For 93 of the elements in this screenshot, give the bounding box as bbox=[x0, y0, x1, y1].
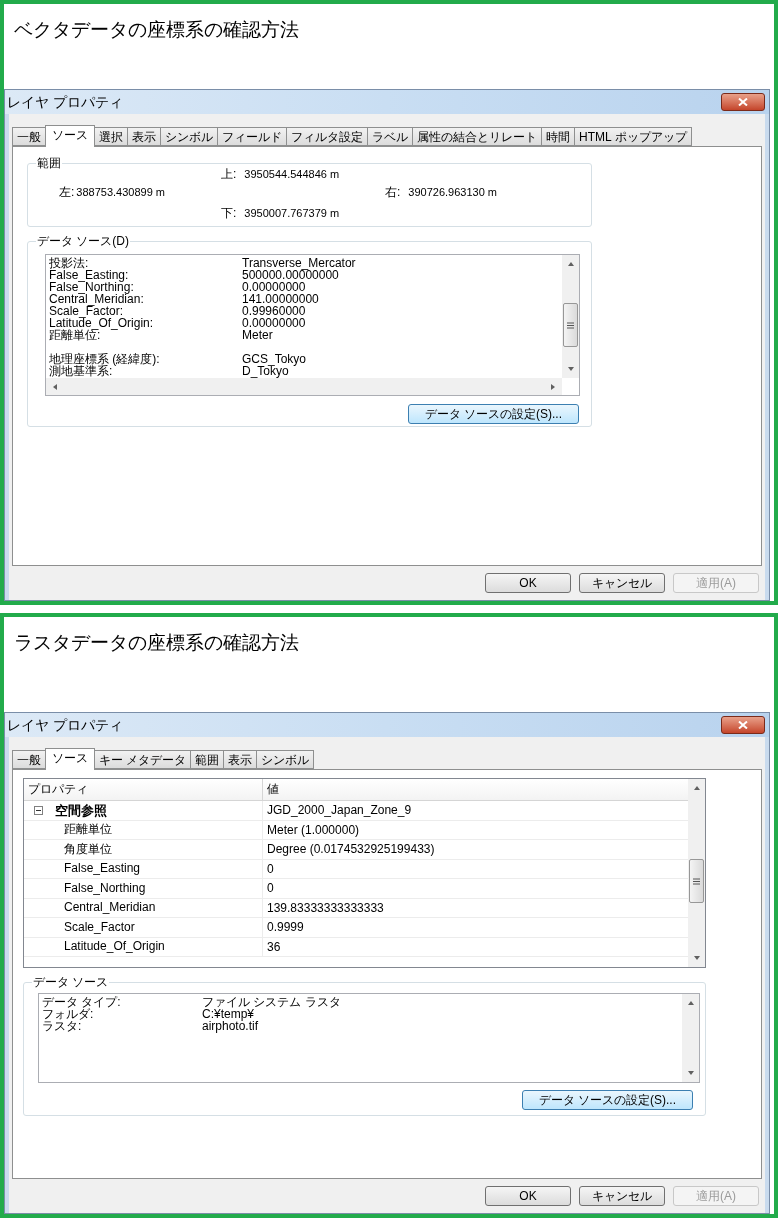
extent-value: 3950007.767379 m bbox=[244, 206, 340, 220]
property-label: 測地基準系: bbox=[49, 365, 113, 377]
property-value: 0 bbox=[266, 860, 275, 878]
property-value: 0.00000000 bbox=[242, 281, 306, 293]
dialog-button[interactable]: OK bbox=[485, 1186, 571, 1206]
property-value: 0 bbox=[266, 880, 275, 897]
property-value: C:¥temp¥ bbox=[202, 1008, 255, 1020]
close-button[interactable] bbox=[721, 716, 765, 734]
tab[interactable]: 一般 bbox=[12, 750, 46, 769]
property-label: ラスタ: bbox=[42, 1020, 82, 1032]
property-value: 139.83333333333333 bbox=[266, 899, 385, 917]
property-value: Meter (1.000000) bbox=[266, 821, 361, 839]
property-label: データ タイプ: bbox=[42, 996, 122, 1008]
property-value: Meter bbox=[242, 329, 273, 341]
property-group-label: 空間参照 bbox=[55, 801, 107, 820]
property-label: False_Easting bbox=[63, 860, 141, 878]
property-value: Degree (0.0174532925199433) bbox=[266, 841, 436, 858]
property-value: 141.00000000 bbox=[242, 293, 319, 305]
tab[interactable]: 属性の結合とリレート bbox=[412, 127, 542, 146]
property-label: 地理座標系 (経緯度): bbox=[49, 353, 161, 365]
tab[interactable]: ラベル bbox=[367, 127, 413, 146]
property-value: 0.00000000 bbox=[242, 317, 306, 329]
property-label: 角度単位 bbox=[63, 840, 112, 858]
close-button[interactable] bbox=[721, 93, 765, 111]
extent-label: 左: bbox=[59, 185, 75, 199]
horizontal-scrollbar[interactable] bbox=[46, 378, 562, 395]
vertical-scrollbar[interactable] bbox=[682, 994, 699, 1082]
set-data-source-button[interactable]: データ ソースの設定(S)... bbox=[407, 404, 579, 424]
property-value: 0.9999 bbox=[266, 919, 305, 936]
tab[interactable]: 表示 bbox=[223, 750, 258, 769]
vertical-scrollbar[interactable] bbox=[688, 779, 705, 967]
group-label: 範囲 bbox=[36, 155, 62, 171]
extent-label: 上: bbox=[221, 167, 237, 181]
property-value: ファイル システム ラスタ bbox=[202, 996, 341, 1008]
property-value: 36 bbox=[266, 938, 282, 956]
property-label: False_Easting: bbox=[49, 269, 129, 281]
property-value: 500000.00000000 bbox=[242, 269, 339, 281]
dialog-button[interactable]: OK bbox=[485, 573, 571, 593]
section-heading: ベクタデータの座標系の確認方法 bbox=[14, 19, 299, 40]
tab[interactable]: ソース bbox=[45, 125, 95, 147]
property-value: JGD_2000_Japan_Zone_9 bbox=[266, 802, 413, 819]
property-value: D_Tokyo bbox=[242, 365, 289, 377]
property-value: Transverse_Mercator bbox=[242, 257, 356, 269]
set-data-source-button[interactable]: データ ソースの設定(S)... bbox=[521, 1090, 693, 1110]
window-title: レイヤ プロパティ bbox=[7, 92, 123, 112]
property-value: GCS_Tokyo bbox=[242, 353, 307, 365]
extent-label: 下: bbox=[221, 206, 237, 220]
extent-value: 3950544.544846 m bbox=[244, 167, 340, 181]
tab[interactable]: フィールド bbox=[217, 127, 287, 146]
tab[interactable]: 時間 bbox=[541, 127, 575, 146]
tab[interactable]: 選択 bbox=[94, 127, 128, 146]
tab[interactable]: シンボル bbox=[256, 750, 315, 769]
property-label: Latitude_Of_Origin: bbox=[49, 317, 155, 329]
close-icon bbox=[738, 721, 748, 729]
column-header[interactable]: プロパティ bbox=[24, 779, 263, 800]
close-icon bbox=[738, 98, 748, 106]
property-value: airphoto.tif bbox=[202, 1020, 259, 1032]
property-value: 0.99960000 bbox=[242, 305, 306, 317]
group-label: データ ソース(D) bbox=[36, 233, 130, 249]
property-label: False_Northing bbox=[63, 879, 146, 897]
property-label: フォルダ: bbox=[42, 1008, 94, 1020]
window-title: レイヤ プロパティ bbox=[7, 715, 123, 735]
collapse-icon[interactable] bbox=[34, 805, 43, 815]
dialog-button[interactable]: キャンセル bbox=[579, 573, 665, 593]
property-label: 距離単位 bbox=[63, 821, 112, 839]
extent-value: 390726.963130 m bbox=[408, 185, 498, 199]
tab[interactable]: 範囲 bbox=[190, 750, 225, 769]
group-label: データ ソース bbox=[32, 974, 110, 990]
tab[interactable]: シンボル bbox=[160, 127, 218, 146]
dialog-button[interactable]: キャンセル bbox=[579, 1186, 665, 1206]
vertical-scrollbar[interactable] bbox=[562, 255, 579, 378]
column-header[interactable]: 値 bbox=[263, 779, 688, 800]
property-label: 距離単位: bbox=[49, 329, 101, 341]
property-label: Scale_Factor bbox=[63, 918, 135, 936]
tab[interactable]: 表示 bbox=[127, 127, 161, 146]
tab[interactable]: HTML ポップアップ bbox=[574, 127, 692, 146]
grip-icon bbox=[567, 321, 574, 329]
scrollbar-thumb[interactable] bbox=[689, 859, 704, 903]
tab[interactable]: 一般 bbox=[12, 127, 46, 146]
tab[interactable]: ソース bbox=[45, 748, 95, 770]
property-label: Central_Meridian bbox=[63, 899, 156, 917]
property-label: Latitude_Of_Origin bbox=[63, 938, 165, 956]
extent-label: 右: bbox=[385, 185, 401, 199]
property-label: False_Northing: bbox=[49, 281, 134, 293]
scrollbar-thumb[interactable] bbox=[563, 303, 578, 347]
grip-icon bbox=[693, 877, 700, 885]
section-heading: ラスタデータの座標系の確認方法 bbox=[14, 632, 299, 653]
extent-value: 388753.430899 m bbox=[76, 185, 166, 199]
tab[interactable]: フィルタ設定 bbox=[286, 127, 368, 146]
property-label: 投影法: bbox=[49, 257, 90, 269]
property-label: Scale_Factor: bbox=[49, 305, 124, 317]
tab[interactable]: キー メタデータ bbox=[94, 750, 192, 769]
property-label: Central_Meridian: bbox=[49, 293, 145, 305]
